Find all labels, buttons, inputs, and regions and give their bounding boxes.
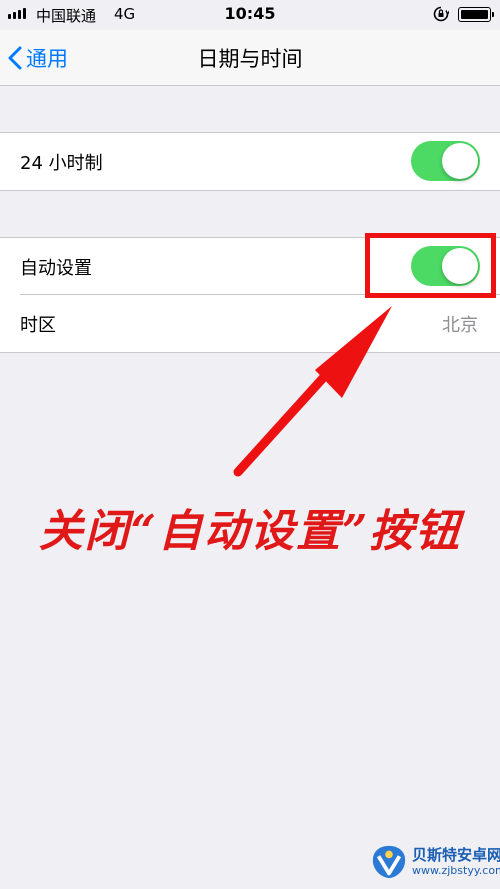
watermark-url: www.zjbstyy.com <box>412 864 500 877</box>
watermark-logo-icon <box>372 845 406 879</box>
watermark-text: 贝斯特安卓网 www.zjbstyy.com <box>412 846 500 878</box>
annotation-arrow-icon <box>233 306 392 477</box>
watermark: 贝斯特安卓网 www.zjbstyy.com <box>370 843 500 881</box>
annotation-caption: 关闭“自动设置”按钮 <box>38 506 462 557</box>
watermark-name: 贝斯特安卓网 <box>412 846 500 864</box>
